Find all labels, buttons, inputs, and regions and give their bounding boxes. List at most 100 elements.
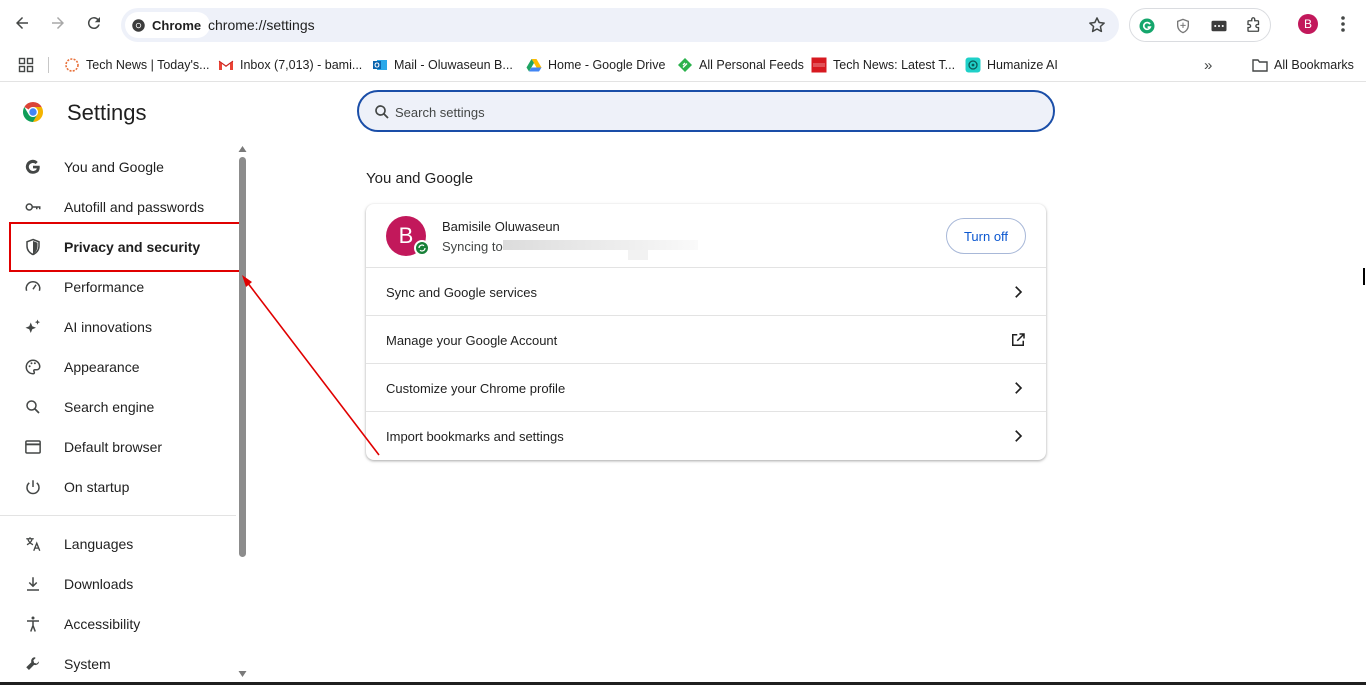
google-g-icon bbox=[24, 158, 42, 176]
url-text[interactable]: chrome://settings bbox=[208, 17, 315, 33]
sidebar-divider bbox=[0, 515, 236, 516]
chrome-icon bbox=[132, 18, 145, 32]
profile-avatar[interactable]: B bbox=[1298, 14, 1318, 34]
bookmarks-overflow-button[interactable]: » bbox=[1204, 54, 1212, 76]
reload-button[interactable] bbox=[82, 11, 106, 35]
scroll-down-arrow-icon[interactable] bbox=[238, 670, 247, 678]
sidebar-item-label: Languages bbox=[64, 536, 134, 552]
back-button[interactable] bbox=[10, 11, 34, 35]
address-bar[interactable]: Chrome chrome://settings bbox=[121, 8, 1119, 42]
chevron-right-icon bbox=[1015, 382, 1023, 394]
section-title: You and Google bbox=[366, 170, 474, 187]
apps-grid-icon bbox=[18, 57, 34, 73]
bookmark-inbox[interactable]: Inbox (7,013) - bami... bbox=[218, 54, 362, 76]
sidebar-item-you-and-google[interactable]: You and Google bbox=[0, 147, 236, 187]
sun-favicon-icon bbox=[64, 57, 80, 73]
all-bookmarks-button[interactable]: All Bookmarks bbox=[1252, 54, 1354, 76]
bookmarks-separator bbox=[48, 57, 49, 73]
shield-extension[interactable] bbox=[1174, 17, 1192, 35]
sidebar-item-system[interactable]: System bbox=[0, 644, 236, 684]
import-bookmarks-settings-row[interactable]: Import bookmarks and settings bbox=[366, 412, 1046, 460]
password-extension[interactable] bbox=[1210, 17, 1228, 35]
profile-sync-status: Syncing to bbox=[442, 239, 503, 254]
wrench-icon bbox=[24, 655, 42, 673]
manage-google-account-row[interactable]: Manage your Google Account bbox=[366, 316, 1046, 364]
chrome-logo-icon bbox=[23, 102, 43, 122]
annotation-highlight-box bbox=[9, 222, 241, 272]
scroll-up-arrow-icon[interactable] bbox=[238, 145, 247, 153]
sidebar-item-label: System bbox=[64, 656, 111, 672]
arrow-left-icon bbox=[16, 17, 28, 29]
profile-name: Bamisile Oluwaseun bbox=[442, 219, 560, 234]
accessibility-icon bbox=[24, 615, 42, 633]
profile-row: B Bamisile Oluwaseun Syncing to Turn off bbox=[366, 204, 1046, 268]
shield-icon bbox=[1177, 18, 1189, 34]
more-menu-icon[interactable] bbox=[1336, 14, 1350, 34]
page-title: Settings bbox=[67, 100, 147, 125]
chevron-right-icon bbox=[1015, 430, 1023, 442]
sidebar-item-languages[interactable]: Languages bbox=[0, 524, 236, 564]
you-and-google-card: B Bamisile Oluwaseun Syncing to Turn off… bbox=[366, 204, 1046, 460]
bookmark-tech-news[interactable]: Tech News | Today's... bbox=[64, 54, 210, 76]
site-chip-label: Chrome bbox=[152, 17, 202, 33]
grammarly-icon bbox=[1139, 18, 1155, 34]
site-chip[interactable]: Chrome bbox=[125, 12, 211, 38]
google-drive-icon bbox=[526, 57, 542, 73]
browser-toolbar: Chrome chrome://settings B bbox=[0, 0, 1366, 48]
bookmark-humanize-ai[interactable]: Humanize AI bbox=[965, 54, 1058, 76]
sidebar-item-label: You and Google bbox=[64, 159, 164, 175]
sidebar-item-downloads[interactable]: Downloads bbox=[0, 564, 236, 604]
sidebar-item-appearance[interactable]: Appearance bbox=[0, 347, 236, 387]
redacted-email-fragment bbox=[628, 250, 648, 260]
sidebar-item-label: Search engine bbox=[64, 399, 155, 415]
bookmarks-bar: Tech News | Today's... Inbox (7,013) - b… bbox=[0, 48, 1366, 82]
sidebar-item-search-engine[interactable]: Search engine bbox=[0, 387, 236, 427]
extensions-area bbox=[1129, 8, 1271, 42]
browser-window-icon bbox=[24, 438, 42, 456]
sidebar-item-label: Default browser bbox=[64, 439, 163, 455]
bookmark-personal-feeds[interactable]: All Personal Feeds bbox=[677, 54, 804, 76]
svg-text:O: O bbox=[374, 63, 380, 70]
settings-header: Settings bbox=[0, 83, 250, 143]
speedometer-icon bbox=[24, 278, 42, 296]
sidebar-item-default-browser[interactable]: Default browser bbox=[0, 427, 236, 467]
sidebar-item-accessibility[interactable]: Accessibility bbox=[0, 604, 236, 644]
bookmark-toi-tech-news[interactable]: Tech News: Latest T... bbox=[811, 54, 955, 76]
download-icon bbox=[24, 575, 42, 593]
sync-status-icon bbox=[414, 240, 430, 256]
search-icon bbox=[24, 398, 42, 416]
bookmark-google-drive[interactable]: Home - Google Drive bbox=[526, 54, 665, 76]
sidebar-item-label: AI innovations bbox=[64, 319, 152, 335]
sidebar-item-label: Accessibility bbox=[64, 616, 141, 632]
folder-icon bbox=[1252, 57, 1268, 73]
reload-icon bbox=[87, 17, 100, 30]
sidebar-item-label: On startup bbox=[64, 479, 130, 495]
search-icon bbox=[375, 105, 389, 119]
outlook-icon: O bbox=[372, 57, 388, 73]
customize-chrome-profile-row[interactable]: Customize your Chrome profile bbox=[366, 364, 1046, 412]
sidebar-item-ai-innovations[interactable]: AI innovations bbox=[0, 307, 236, 347]
extensions-button[interactable] bbox=[1245, 17, 1263, 35]
search-settings-field[interactable]: Search settings bbox=[357, 90, 1055, 132]
puzzle-icon bbox=[1247, 17, 1260, 32]
sidebar-item-performance[interactable]: Performance bbox=[0, 267, 236, 307]
bookmark-mail[interactable]: O Mail - Oluwaseun B... bbox=[372, 54, 513, 76]
sync-google-services-row[interactable]: Sync and Google services bbox=[366, 268, 1046, 316]
sidebar-scroll-thumb[interactable] bbox=[239, 157, 246, 557]
open-external-icon bbox=[1012, 333, 1025, 346]
sparkle-icon bbox=[24, 318, 42, 336]
toi-icon bbox=[811, 57, 827, 73]
apps-button[interactable] bbox=[18, 54, 34, 76]
turn-off-sync-button[interactable]: Turn off bbox=[946, 218, 1026, 254]
forward-button[interactable] bbox=[46, 11, 70, 35]
star-icon[interactable] bbox=[1087, 15, 1107, 35]
sidebar-item-label: Autofill and passwords bbox=[64, 199, 205, 215]
grammarly-extension[interactable] bbox=[1138, 17, 1156, 35]
gmail-icon bbox=[218, 57, 234, 73]
sidebar-item-on-startup[interactable]: On startup bbox=[0, 467, 236, 507]
text-cursor bbox=[1363, 268, 1365, 285]
feedly-icon bbox=[677, 57, 693, 73]
sidebar-item-autofill[interactable]: Autofill and passwords bbox=[0, 187, 236, 227]
humanize-ai-icon bbox=[965, 57, 981, 73]
password-dots-icon bbox=[1211, 20, 1227, 32]
